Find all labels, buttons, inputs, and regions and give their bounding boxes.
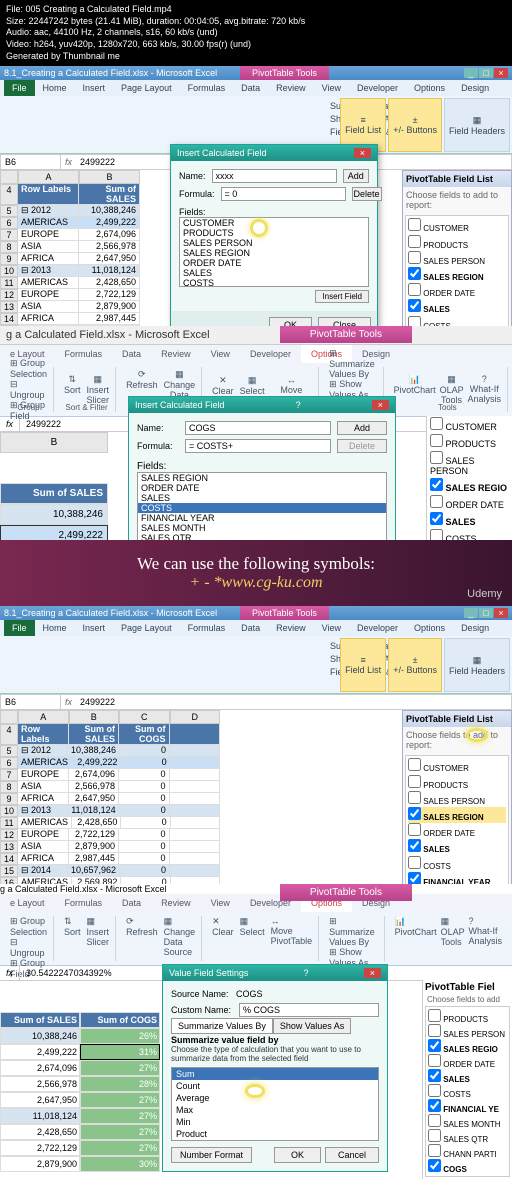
field-check-order-date[interactable]: ORDER DATE xyxy=(408,283,506,299)
table-row[interactable]: 12EUROPE2,722,129 xyxy=(0,289,140,301)
dialog-close-icon[interactable]: × xyxy=(372,400,389,410)
ribbon-tabs: e LayoutFormulasDataReviewViewDeveloperO… xyxy=(0,345,512,363)
dialog-close-icon[interactable]: × xyxy=(364,968,381,978)
custom-name-input[interactable] xyxy=(239,1003,379,1017)
table-row[interactable]: 6AMERICAS2,499,222 xyxy=(0,217,140,229)
tab-insert[interactable]: Insert xyxy=(75,80,114,96)
close-button[interactable]: Close xyxy=(318,317,371,326)
table-row[interactable]: 7EUROPE2,674,096 xyxy=(0,229,140,241)
video-metadata: File: 005 Creating a Calculated Field.mp… xyxy=(0,0,512,66)
table-row[interactable]: 5⊟ 201210,388,246 xyxy=(0,205,140,217)
instruction-banner: We can use the following symbols: + - *w… xyxy=(0,540,512,606)
panel-4: g a Calculated Field.xlsx - Microsoft Ex… xyxy=(0,884,512,1184)
field-list-pane: PivotTable Field List Choose fields to a… xyxy=(402,170,512,326)
dialog-close-icon[interactable]: × xyxy=(354,148,371,158)
ok-button[interactable]: OK xyxy=(274,1147,321,1163)
delete-button[interactable]: Delete xyxy=(337,439,387,453)
formula-input[interactable] xyxy=(185,439,331,453)
field-check-sales-region[interactable]: SALES REGION xyxy=(408,267,506,283)
table-row[interactable]: 8ASIA2,566,978 xyxy=(0,241,140,253)
pivot-grid: Sum of SALESSum of COGS 10,388,24626%2,4… xyxy=(0,982,160,1172)
min-button[interactable]: _ xyxy=(464,68,478,78)
panel-3: 8.1_Creating a Calculated Field.xlsx - M… xyxy=(0,606,512,884)
table-row[interactable]: 10⊟ 201311,018,124 xyxy=(0,265,140,277)
delete-button[interactable]: Delete xyxy=(352,187,382,201)
value-field-settings-dialog: Value Field Settings?× Source Name: COGS… xyxy=(162,964,388,1172)
tab-options[interactable]: Options xyxy=(406,80,453,96)
col-headers: AB xyxy=(0,170,140,184)
insert-calc-field-dialog: Insert Calculated Field× Name:Add Formul… xyxy=(170,144,378,326)
col-b-header: B xyxy=(0,432,108,453)
insert-field-button[interactable]: Insert Field xyxy=(315,290,369,303)
panel-1: 8.1_Creating a Calculated Field.xlsx - M… xyxy=(0,66,512,326)
field-list-pane: PivotTable Fiel Choose fields to add PRO… xyxy=(422,980,512,1179)
cancel-button[interactable]: Cancel xyxy=(325,1147,379,1163)
formula-input[interactable] xyxy=(221,187,346,201)
add-button[interactable]: Add xyxy=(343,169,369,183)
tab-design[interactable]: Design xyxy=(453,80,497,96)
table-row[interactable]: 9AFRICA2,647,950 xyxy=(0,253,140,265)
fields-listbox[interactable]: SALES REGIONORDER DATESALESCOSTSFINANCIA… xyxy=(137,472,387,540)
pivot-grid: AB 4Row LabelsSum of SALES5⊟ 201210,388,… xyxy=(0,170,140,326)
name-input[interactable] xyxy=(212,169,337,183)
window-title: 8.1_Creating a Calculated Field.xlsx - M… xyxy=(4,68,217,78)
udemy-logo: Udemy xyxy=(467,588,502,600)
ribbon: Summarize Values By Show Values As Field… xyxy=(0,636,512,694)
panel-2: g a Calculated Field.xlsx - Microsoft Ex… xyxy=(0,326,512,540)
tab-view[interactable]: View xyxy=(314,80,349,96)
field-check-products[interactable]: PRODUCTS xyxy=(408,235,506,251)
pivottable-tools-tab: PivotTable Tools xyxy=(240,66,329,80)
calculation-listbox[interactable]: SumCountAverageMaxMinProduct xyxy=(171,1067,379,1141)
tab-formulas[interactable]: Formulas xyxy=(180,80,234,96)
fx-icon[interactable]: fx xyxy=(61,155,76,169)
field-check-sales[interactable]: SALES xyxy=(408,299,506,315)
number-format-button[interactable]: Number Format xyxy=(171,1147,252,1163)
dialog-help-icon[interactable]: ? xyxy=(290,400,307,410)
window-buttons: _□× xyxy=(463,68,508,78)
ribbon-tabs: FileHomeInsertPage LayoutFormulasDataRev… xyxy=(0,80,512,96)
pivottable-tools-tab: PivotTable Tools xyxy=(280,326,412,343)
tab-data[interactable]: Data xyxy=(233,80,268,96)
field-list-pane: PivotTable Field List Choose fields to a… xyxy=(402,710,512,884)
tab-review[interactable]: Review xyxy=(268,80,314,96)
field-checklist: CUSTOMER PRODUCTS SALES PERSON SALES REG… xyxy=(426,416,512,540)
max-button[interactable]: □ xyxy=(479,68,493,78)
name-box[interactable]: B6 xyxy=(1,155,61,169)
plus-minus-button[interactable]: ±+/- Buttons xyxy=(388,98,442,152)
field-check-costs[interactable]: COSTS xyxy=(408,316,506,327)
close-button[interactable]: × xyxy=(494,68,508,78)
window-title: g a Calculated Field.xlsx - Microsoft Ex… xyxy=(0,326,512,345)
tab-developer[interactable]: Developer xyxy=(349,80,406,96)
add-button[interactable]: Add xyxy=(337,421,387,435)
tab-page-layout[interactable]: Page Layout xyxy=(113,80,180,96)
name-input[interactable] xyxy=(185,421,331,435)
table-row[interactable]: 11AMERICAS2,428,650 xyxy=(0,277,140,289)
tab-summarize[interactable]: Summarize Values By xyxy=(171,1018,273,1034)
tab-show-as[interactable]: Show Values As xyxy=(273,1018,351,1034)
table-row[interactable]: 13ASIA2,879,900 xyxy=(0,301,140,313)
table-row[interactable]: 14AFRICA2,987,445 xyxy=(0,313,140,325)
tab-home[interactable]: Home xyxy=(35,80,75,96)
field-headers-button[interactable]: ▦Field Headers xyxy=(444,98,510,152)
tab-file[interactable]: File xyxy=(4,80,35,96)
field-check-sales-person[interactable]: SALES PERSON xyxy=(408,251,506,267)
fields-listbox[interactable]: CUSTOMERPRODUCTSSALES PERSONSALES REGION… xyxy=(179,217,369,287)
ok-button[interactable]: OK xyxy=(269,317,312,326)
insert-calc-field-dialog: Insert Calculated Field?× Name:Add Formu… xyxy=(128,396,396,540)
field-checklist: CUSTOMER PRODUCTS SALES PERSON SALES REG… xyxy=(405,215,509,326)
field-check-customer[interactable]: CUSTOMER xyxy=(408,218,506,234)
